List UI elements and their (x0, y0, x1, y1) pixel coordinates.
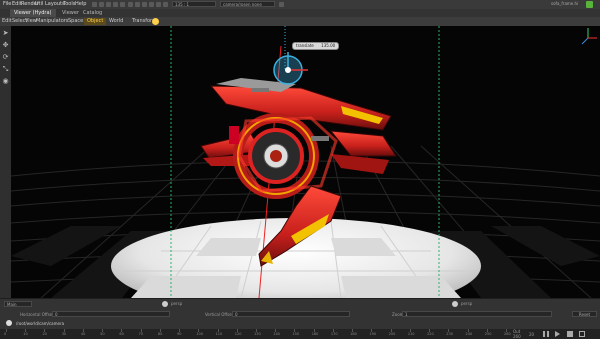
menu-util[interactable]: Util (35, 1, 43, 7)
timeline-tick-label: 80 (157, 332, 163, 336)
camera-name-1[interactable]: persp (171, 301, 182, 306)
space-label: Space: (68, 18, 85, 24)
timeline-tick-label: 230 (446, 332, 453, 336)
axis-indicator (581, 28, 597, 45)
new-icon[interactable] (92, 2, 97, 7)
3d-viewport[interactable]: translate 135.00 (11, 26, 600, 298)
grid-icon[interactable] (149, 2, 154, 7)
timeline-tick-label: 100 (196, 332, 203, 336)
timeline-tick-label: 30 (61, 332, 67, 336)
timeline-tick-label: 20 (42, 332, 47, 336)
arrow-icon[interactable]: ➤ (2, 30, 9, 37)
timeline-tick-label: 180 (350, 332, 357, 336)
tab-viewer-hydra[interactable]: Viewer (Hydra) (10, 9, 56, 17)
menu-help[interactable]: Help (75, 1, 86, 7)
lights-icon[interactable] (163, 2, 168, 7)
horizontal-offset-field[interactable]: 0 (52, 311, 170, 317)
transform-mode-icon[interactable] (152, 18, 159, 25)
edit-menu[interactable]: Edit (2, 18, 12, 25)
timeline-tick-label: 60 (119, 332, 124, 336)
menu-layouts[interactable]: Layouts (45, 1, 65, 7)
timeline-tick-label: 170 (330, 332, 338, 336)
timeline-tick-label: 50 (100, 332, 105, 336)
tab-catalog[interactable]: Catalog (79, 9, 106, 17)
timeline-tick-label: 250 (484, 332, 492, 336)
gizmo-readout-label: translate (296, 43, 314, 48)
timeline-tick-label: 150 (292, 332, 300, 336)
timeline-tick-label: 160 (311, 332, 319, 336)
frame-field[interactable]: 135 : 1 (172, 1, 216, 7)
playback-icon[interactable] (135, 2, 140, 7)
camera-icon-1 (162, 301, 168, 307)
timeline-tick-label: 70 (138, 332, 144, 336)
gizmo-readout-value: 135.00 (321, 43, 336, 48)
save-icon[interactable] (106, 2, 111, 7)
timeline-tick-label: 0 (4, 332, 7, 336)
filter-icon[interactable] (279, 2, 284, 7)
timeline-tick-label: 110 (215, 332, 223, 336)
scale-icon[interactable]: ⤡ (2, 66, 9, 73)
menu-tools[interactable]: Tools (63, 1, 75, 7)
timeline-tick-label: 130 (254, 332, 261, 336)
timeline-tick-label: 120 (234, 332, 242, 336)
camera-path: /root/world/cam/camera (16, 321, 65, 326)
status-indicator (586, 1, 593, 8)
timeline-tick-label: 240 (465, 332, 473, 336)
path-icon (6, 320, 12, 326)
space-world-button[interactable]: World (109, 18, 123, 25)
rotate-icon[interactable]: ⟳ (2, 54, 9, 61)
transform-gizmo (273, 52, 308, 85)
move-icon[interactable]: ✥ (2, 42, 9, 49)
timeline-in-value[interactable]: 20 (529, 332, 534, 337)
zoom-field[interactable]: 1 (402, 311, 552, 317)
vertical-offset-label: Vertical Offset (205, 312, 234, 317)
timeline-tick-label: 190 (369, 332, 377, 336)
open-icon[interactable] (99, 2, 104, 7)
timeline-tick-label: 220 (427, 332, 434, 336)
timeline-out-value[interactable]: 260 (513, 334, 521, 339)
undo-icon[interactable] (113, 2, 118, 7)
camera-name-2[interactable]: persp (461, 301, 472, 306)
viewer-footer: Main persp persp Horizontal Offset 0 Ver… (0, 298, 600, 339)
layers-icon[interactable] (156, 2, 161, 7)
camera-icon-2 (452, 301, 458, 307)
timeline-tick-label: 260 (504, 332, 511, 336)
manipulators-menu[interactable]: Manipulators (36, 18, 68, 25)
horizontal-offset-label: Horizontal Offset (20, 312, 54, 317)
timeline-tick-label: 200 (388, 332, 396, 336)
pause-icon[interactable] (543, 331, 549, 337)
timeline-tick-label: 90 (177, 332, 182, 336)
space-object-button[interactable]: Object (84, 18, 107, 25)
viewport-scene (11, 26, 600, 298)
timeline-tick-label: 140 (273, 332, 280, 336)
reset-button[interactable]: Reset (572, 311, 597, 317)
gizmo-readout: translate 135.00 (292, 42, 340, 50)
timeline-tick-label: 210 (407, 332, 415, 336)
camera-select[interactable]: Main (4, 301, 32, 307)
timeline-tick-label: 40 (80, 332, 86, 336)
settings-icon[interactable] (142, 2, 147, 7)
redo-icon[interactable] (120, 2, 125, 7)
loop-icon[interactable] (579, 331, 585, 337)
user-label: sofa_frame.hi (551, 1, 579, 6)
camera-icon[interactable]: ◉ (2, 78, 9, 85)
render-icon[interactable] (128, 2, 133, 7)
stop-icon[interactable] (567, 331, 573, 337)
timeline-tick-label: 10 (23, 332, 28, 336)
selection-field[interactable]: camera/rosen none (220, 1, 275, 7)
vertical-offset-field[interactable]: 0 (232, 311, 350, 317)
menu-file[interactable]: File (3, 1, 11, 7)
play-icon[interactable] (555, 331, 560, 337)
